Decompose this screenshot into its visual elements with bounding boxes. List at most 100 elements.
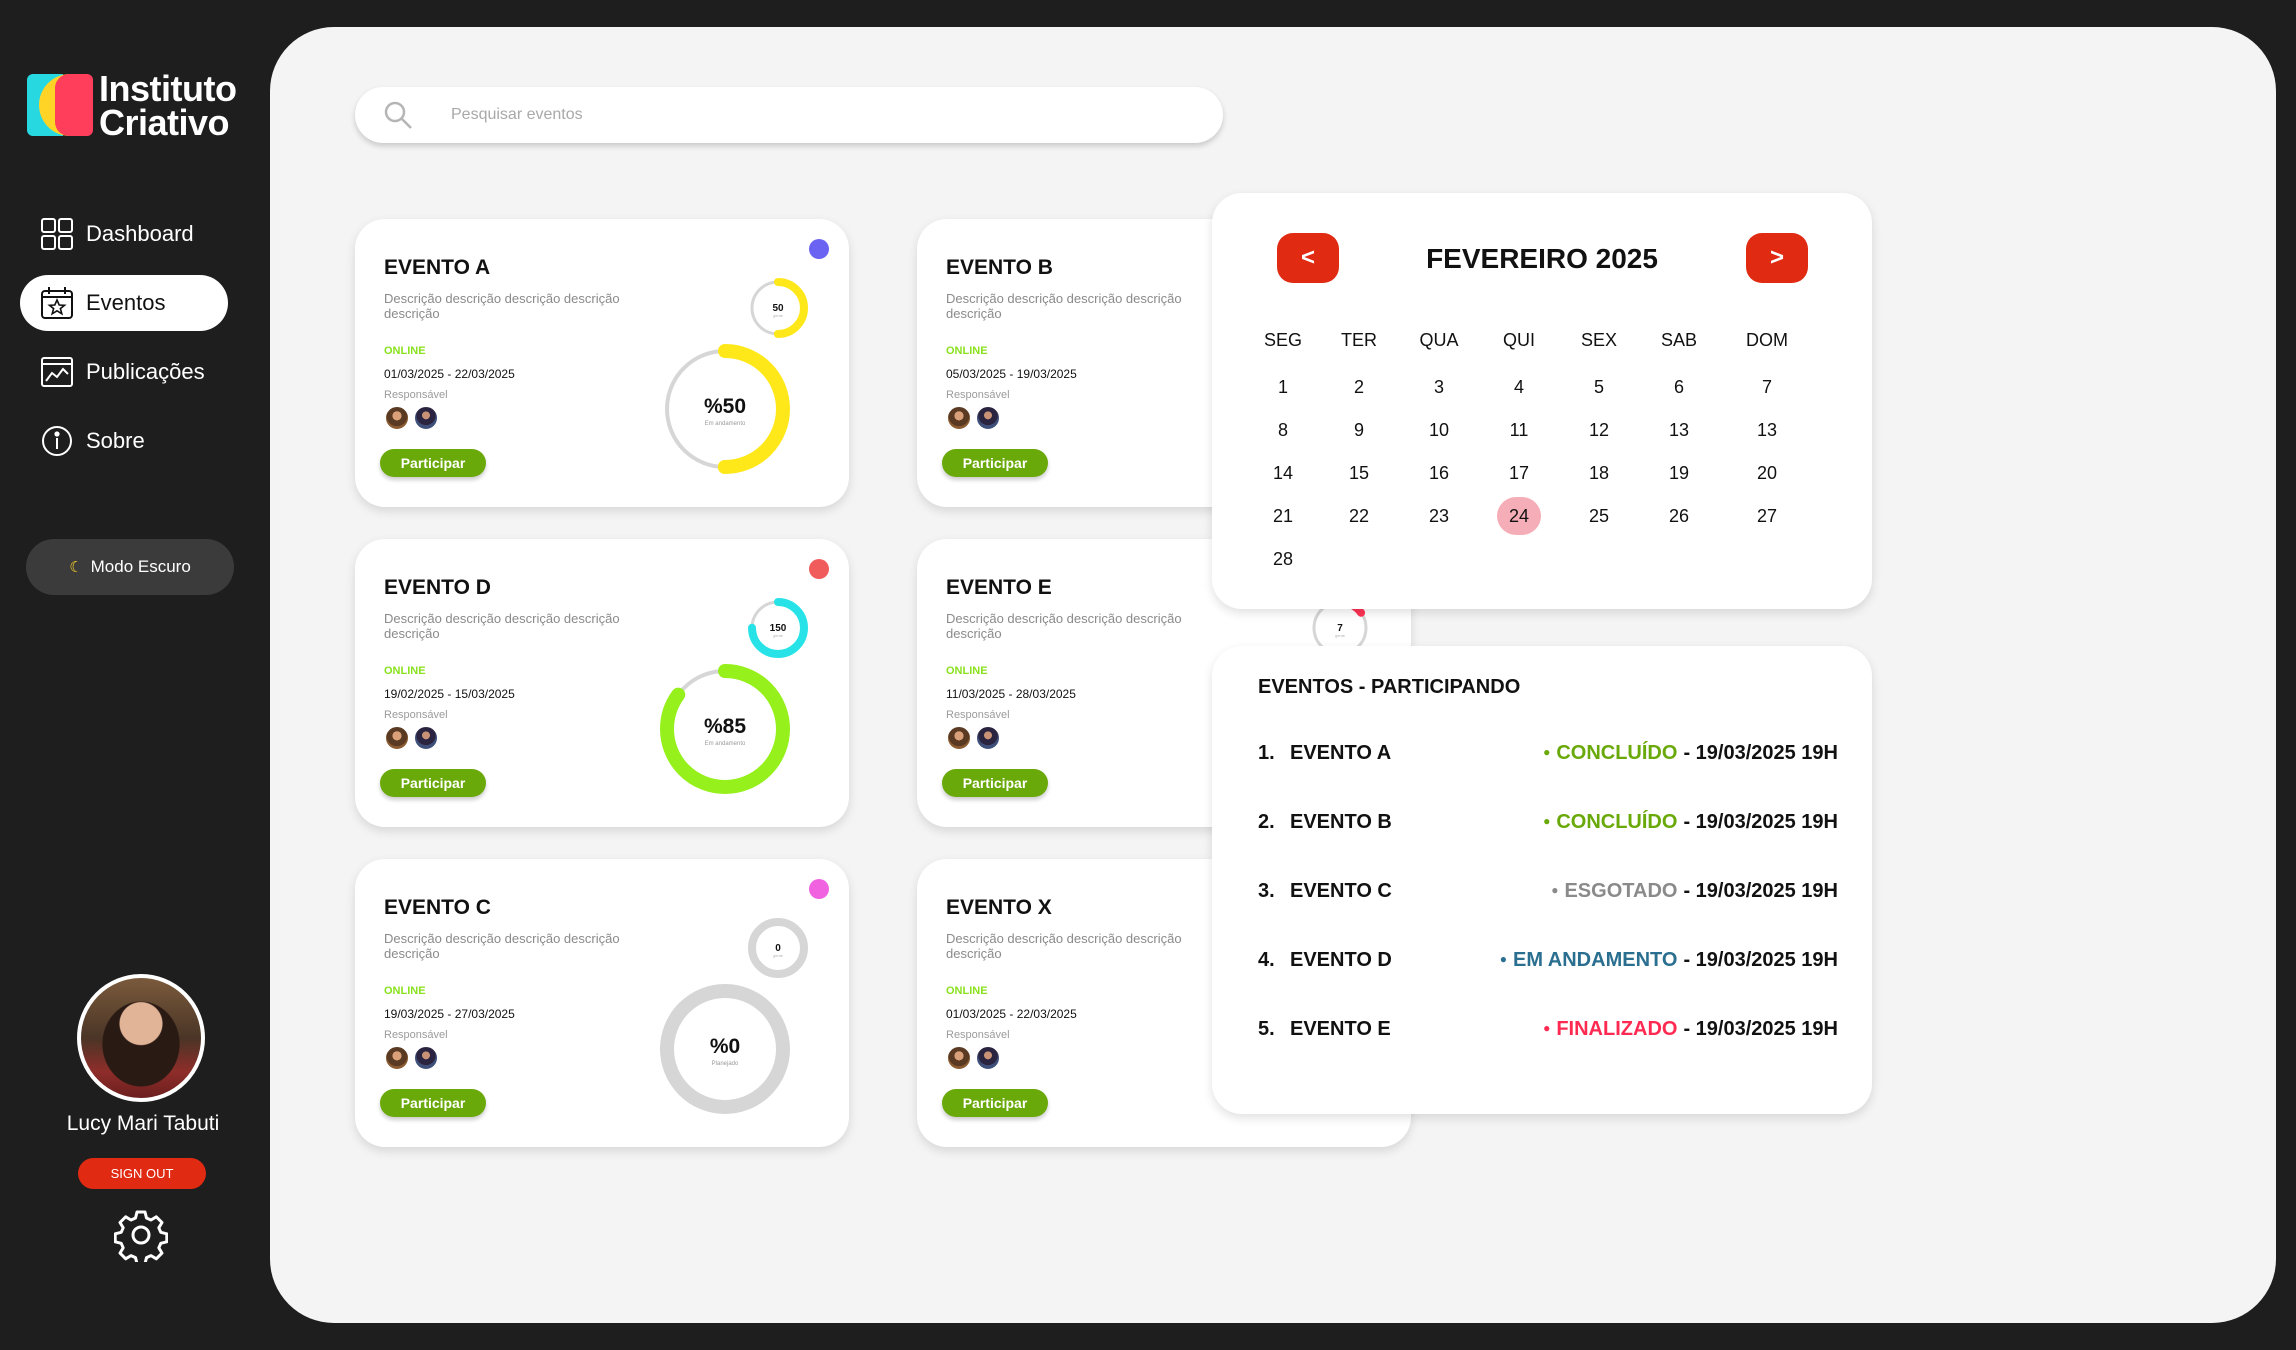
calendar-day[interactable]: 9	[1337, 411, 1381, 449]
calendar-day[interactable]: 11	[1497, 411, 1541, 449]
calendar-day[interactable]: 13	[1745, 411, 1789, 449]
avatar[interactable]	[975, 1045, 1001, 1071]
avatar[interactable]	[946, 405, 972, 431]
avatar[interactable]	[384, 725, 410, 751]
avatar[interactable]	[413, 405, 439, 431]
calendar-day[interactable]: 4	[1497, 368, 1541, 406]
gear-icon[interactable]	[114, 1208, 168, 1262]
calendar-day[interactable]: 15	[1337, 454, 1381, 492]
responsible-avatars	[946, 1045, 1006, 1071]
join-button[interactable]: Participar	[942, 449, 1048, 477]
participating-item[interactable]: 4. EVENTO D ● EM ANDAMENTO - 19/03/2025 19…	[1258, 949, 1838, 979]
responsible-label: Responsável	[946, 709, 1010, 721]
calendar-weekday: SAB	[1660, 330, 1698, 350]
participating-item[interactable]: 1. EVENTO A ● CONCLUÍDO - 19/03/2025 19H	[1258, 742, 1838, 772]
calendar-day[interactable]: 7	[1745, 368, 1789, 406]
avatar[interactable]	[77, 974, 205, 1102]
sign-out-button[interactable]: SIGN OUT	[78, 1158, 206, 1189]
participating-item[interactable]: 2. EVENTO B ● CONCLUÍDO - 19/03/2025 19H	[1258, 811, 1838, 841]
sidebar-item-eventos[interactable]: Eventos	[20, 275, 228, 331]
calendar-day[interactable]: 25	[1577, 497, 1621, 535]
calendar-weekday: SEX	[1580, 330, 1618, 350]
event-color-dot	[809, 879, 829, 899]
participating-item[interactable]: 3. EVENTO C ● ESGOTADO - 19/03/2025 19H	[1258, 880, 1838, 910]
calendar-day[interactable]: 18	[1577, 454, 1621, 492]
responsible-label: Responsável	[384, 1029, 448, 1041]
sidebar-item-dashboard[interactable]: Dashboard	[20, 206, 228, 262]
join-button[interactable]: Participar	[380, 1089, 486, 1117]
calendar: < FEVEREIRO 2025 > SEG TER QUA QUI SEX SAB DOM…	[1212, 193, 1872, 609]
event-card[interactable]: EVENTO C Descrição descrição descrição d…	[355, 859, 849, 1147]
event-dates: 01/03/2025 - 22/03/2025	[384, 367, 515, 381]
calendar-day[interactable]: 22	[1337, 497, 1381, 535]
brand-logo[interactable]: Instituto Criativo	[27, 71, 247, 141]
avatar[interactable]	[946, 1045, 972, 1071]
avatar[interactable]	[413, 725, 439, 751]
search-bar[interactable]	[355, 87, 1223, 143]
join-button[interactable]: Participar	[942, 769, 1048, 797]
avatar[interactable]	[975, 725, 1001, 751]
item-datetime: - 19/03/2025 19H	[1683, 742, 1838, 764]
avatar[interactable]	[946, 725, 972, 751]
event-status: ONLINE	[384, 985, 426, 997]
event-title: EVENTO C	[384, 896, 491, 919]
search-input[interactable]	[451, 99, 1151, 131]
calendar-day[interactable]: 23	[1417, 497, 1461, 535]
calendar-weekday: TER	[1341, 330, 1377, 350]
sidebar-item-sobre[interactable]: Sobre	[20, 413, 228, 469]
event-card[interactable]: EVENTO A Descrição descrição descrição d…	[355, 219, 849, 507]
event-dates: 19/03/2025 - 27/03/2025	[384, 1007, 515, 1021]
dark-mode-toggle[interactable]: ☾ Modo Escuro	[26, 539, 234, 595]
calendar-day[interactable]: 24	[1497, 497, 1541, 535]
sidebar-item-label: Publicações	[86, 359, 205, 384]
calendar-day[interactable]: 8	[1261, 411, 1305, 449]
event-status: ONLINE	[384, 665, 426, 677]
calendar-day[interactable]: 12	[1577, 411, 1621, 449]
calendar-day[interactable]: 28	[1261, 540, 1305, 578]
calendar-day[interactable]: 2	[1337, 368, 1381, 406]
event-description: Descrição descrição descrição descrição …	[946, 291, 1182, 321]
calendar-day[interactable]: 1	[1261, 368, 1305, 406]
event-status: ONLINE	[384, 345, 426, 357]
item-number: 4.	[1258, 949, 1275, 971]
item-status-group: ● EM ANDAMENTO - 19/03/2025 19H	[1500, 949, 1838, 972]
sidebar-item-label: Eventos	[86, 290, 166, 315]
calendar-weekday: QUI	[1502, 330, 1535, 350]
info-icon	[42, 426, 72, 456]
avatar[interactable]	[975, 405, 1001, 431]
calendar-day[interactable]: 19	[1657, 454, 1701, 492]
event-status: ONLINE	[946, 665, 988, 677]
calendar-day[interactable]: 21	[1261, 497, 1305, 535]
sidebar-item-publicacoes[interactable]: Publicações	[20, 344, 228, 400]
calendar-next-button[interactable]: >	[1746, 233, 1808, 283]
progress-ring: %85 Em andamento	[660, 664, 790, 794]
calendar-day[interactable]: 26	[1657, 497, 1701, 535]
status-badge: ESGOTADO	[1564, 880, 1678, 902]
avatar[interactable]	[384, 1045, 410, 1071]
calendar-day[interactable]: 16	[1417, 454, 1461, 492]
participating-item[interactable]: 5. EVENTO E ● FINALIZADO - 19/03/2025 19H	[1258, 1018, 1838, 1048]
event-card[interactable]: EVENTO D Descrição descrição descrição d…	[355, 539, 849, 827]
join-button[interactable]: Participar	[942, 1089, 1048, 1117]
sidebar-item-label: Sobre	[86, 428, 145, 453]
responsible-label: Responsável	[384, 709, 448, 721]
calendar-day[interactable]: 27	[1745, 497, 1789, 535]
item-status-group: ● CONCLUÍDO - 19/03/2025 19H	[1543, 742, 1838, 765]
responsible-label: Responsável	[946, 1029, 1010, 1041]
calendar-day[interactable]: 13	[1657, 411, 1701, 449]
calendar-day[interactable]: 3	[1417, 368, 1461, 406]
calendar-day[interactable]: 10	[1417, 411, 1461, 449]
avatar[interactable]	[384, 405, 410, 431]
join-button[interactable]: Participar	[380, 769, 486, 797]
event-description: Descrição descrição descrição descrição …	[384, 291, 620, 321]
calendar-day[interactable]: 20	[1745, 454, 1789, 492]
avatar[interactable]	[413, 1045, 439, 1071]
calendar-day[interactable]: 6	[1657, 368, 1701, 406]
event-dates: 19/02/2025 - 15/03/2025	[384, 687, 515, 701]
join-button[interactable]: Participar	[380, 449, 486, 477]
progress-state: Planejado	[712, 1061, 739, 1067]
event-description: Descrição descrição descrição descrição …	[384, 611, 620, 641]
calendar-day[interactable]: 14	[1261, 454, 1305, 492]
calendar-day[interactable]: 17	[1497, 454, 1541, 492]
calendar-day[interactable]: 5	[1577, 368, 1621, 406]
